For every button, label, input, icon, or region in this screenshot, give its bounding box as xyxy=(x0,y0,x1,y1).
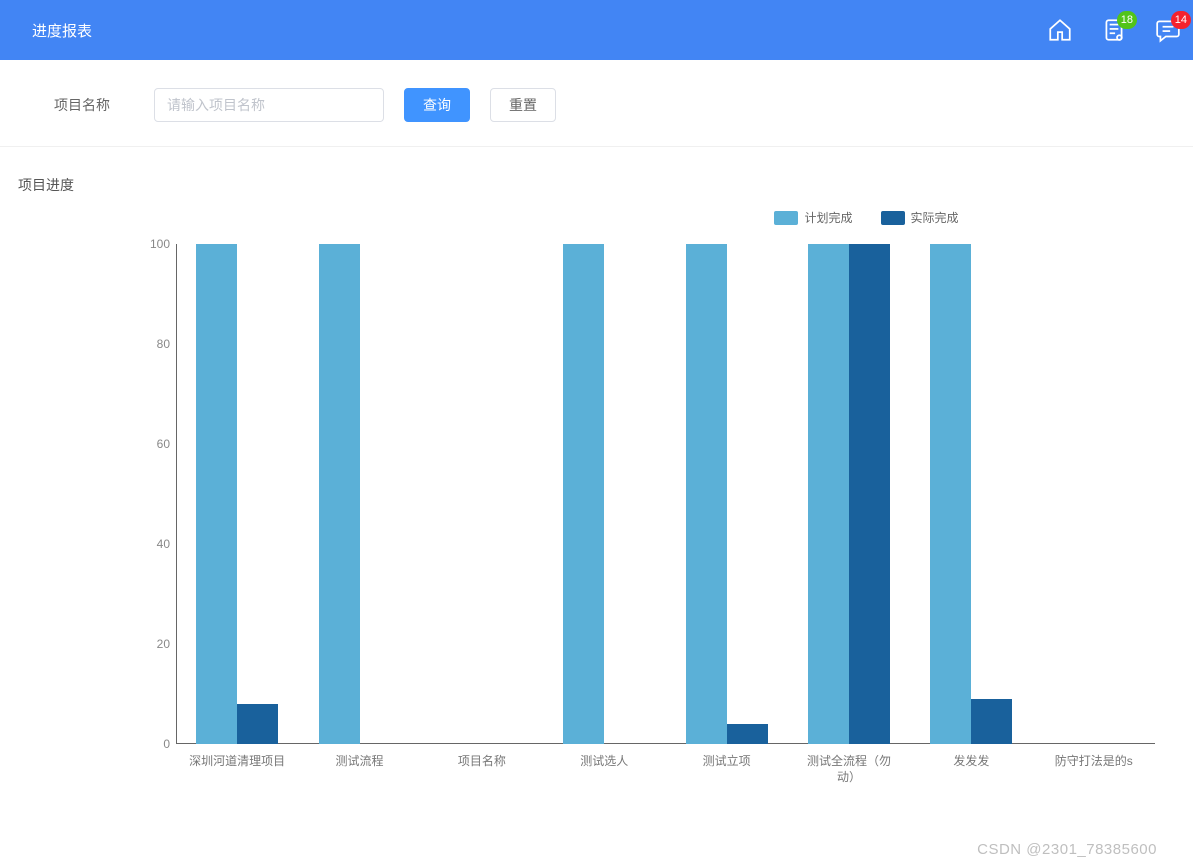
watermark: CSDN @2301_78385600 xyxy=(977,841,1157,858)
y-tick: 0 xyxy=(163,737,170,751)
x-label: 深圳河道清理项目 xyxy=(187,754,287,770)
legend-actual-swatch xyxy=(881,211,905,225)
y-tick: 20 xyxy=(157,637,170,651)
legend-plan[interactable]: 计划完成 xyxy=(774,209,852,226)
bar-plan[interactable] xyxy=(319,244,360,744)
page-body: 项目名称 查询 重置 项目进度 计划完成 实际完成 020406080100 深… xyxy=(0,60,1193,860)
chart-plot: 020406080100 深圳河道清理项目测试流程项目名称测试选人测试立项测试全… xyxy=(176,244,1155,744)
x-label: 测试立项 xyxy=(677,754,777,770)
bar-plan[interactable] xyxy=(808,244,849,744)
legend-plan-swatch xyxy=(774,211,798,225)
bar-group xyxy=(808,244,890,744)
bar-group xyxy=(196,244,278,744)
y-axis-line xyxy=(176,244,177,744)
report-icon[interactable]: 18 xyxy=(1101,17,1127,43)
y-tick: 100 xyxy=(150,237,170,251)
y-axis: 020406080100 xyxy=(146,244,176,744)
top-bar: 进度报表 18 14 xyxy=(0,0,1193,60)
project-name-input[interactable] xyxy=(154,88,384,122)
search-label: 项目名称 xyxy=(54,95,110,115)
bar-actual[interactable] xyxy=(727,724,768,744)
chat-icon[interactable]: 14 xyxy=(1155,17,1181,43)
bar-plan[interactable] xyxy=(686,244,727,744)
y-tick: 80 xyxy=(157,337,170,351)
bar-actual[interactable] xyxy=(971,699,1012,744)
reset-button[interactable]: 重置 xyxy=(490,88,556,122)
x-label: 测试选人 xyxy=(554,754,654,770)
bar-actual[interactable] xyxy=(849,244,890,744)
bar-group xyxy=(563,244,645,744)
chart-legend: 计划完成 实际完成 xyxy=(18,209,1175,226)
y-tick: 40 xyxy=(157,537,170,551)
x-label: 发发发 xyxy=(921,754,1021,770)
bar-plan[interactable] xyxy=(196,244,237,744)
legend-actual[interactable]: 实际完成 xyxy=(881,209,959,226)
section-title: 项目进度 xyxy=(0,147,1193,205)
search-bar: 项目名称 查询 重置 xyxy=(0,60,1193,147)
chart-area: 020406080100 深圳河道清理项目测试流程项目名称测试选人测试立项测试全… xyxy=(18,244,1175,804)
chat-badge: 14 xyxy=(1171,11,1191,29)
topbar-actions: 18 14 xyxy=(1047,17,1193,43)
page-title: 进度报表 xyxy=(32,20,92,41)
bar-group xyxy=(319,244,401,744)
bar-actual[interactable] xyxy=(237,704,278,744)
legend-plan-label: 计划完成 xyxy=(804,209,852,226)
bar-group xyxy=(686,244,768,744)
home-icon[interactable] xyxy=(1047,17,1073,43)
bar-plan[interactable] xyxy=(930,244,971,744)
bar-group xyxy=(930,244,1012,744)
chart-container: 计划完成 实际完成 020406080100 深圳河道清理项目测试流程项目名称测… xyxy=(0,209,1193,832)
legend-actual-label: 实际完成 xyxy=(911,209,959,226)
x-label: 测试全流程（勿动） xyxy=(799,754,899,785)
x-label: 项目名称 xyxy=(432,754,532,770)
report-badge: 18 xyxy=(1117,11,1137,29)
x-label: 防守打法是的s xyxy=(1044,754,1144,770)
bar-plan[interactable] xyxy=(563,244,604,744)
query-button[interactable]: 查询 xyxy=(404,88,470,122)
x-label: 测试流程 xyxy=(310,754,410,770)
y-tick: 60 xyxy=(157,437,170,451)
